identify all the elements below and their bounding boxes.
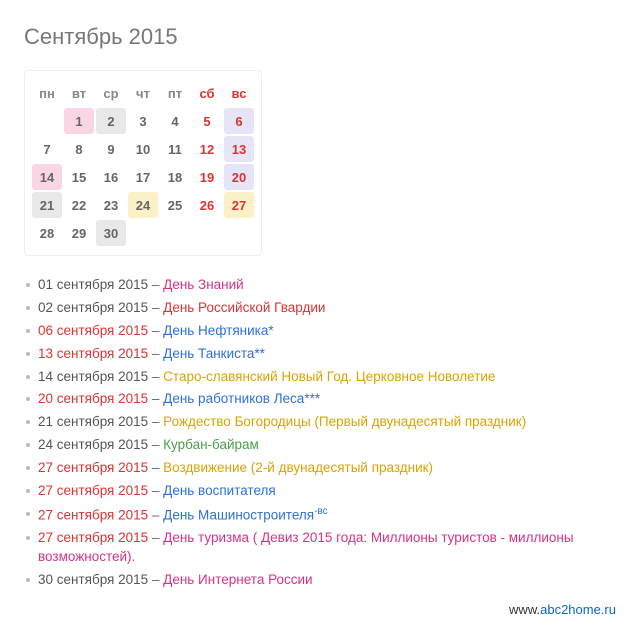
event-item: 21 сентября 2015 – Рождество Богородицы …	[24, 411, 616, 434]
event-item: 30 сентября 2015 – День Интернета России	[24, 569, 616, 592]
calendar-day[interactable]: 16	[96, 164, 126, 190]
calendar-day[interactable]: 8	[64, 136, 94, 162]
event-title[interactable]: День Машиностроителя	[163, 507, 314, 522]
event-item: 20 сентября 2015 – День работников Леса*…	[24, 388, 616, 411]
calendar-day[interactable]: 7	[32, 136, 62, 162]
event-item: 06 сентября 2015 – День Нефтяника*	[24, 320, 616, 343]
footer-domain[interactable]: abc2home.ru	[540, 602, 616, 617]
calendar-day[interactable]: 23	[96, 192, 126, 218]
event-title[interactable]: День Танкиста**	[163, 346, 265, 361]
page-title: Сентябрь 2015	[24, 24, 616, 50]
footer-prefix: www.	[509, 602, 540, 617]
calendar-day[interactable]: 27	[224, 192, 254, 218]
calendar-row: 78910111213	[31, 135, 255, 163]
calendar-day[interactable]: 2	[96, 108, 126, 134]
calendar-day[interactable]: 25	[160, 192, 190, 218]
weekday-header: вс	[224, 80, 254, 106]
calendar-day[interactable]: 29	[64, 220, 94, 246]
event-title[interactable]: День Знаний	[163, 277, 244, 292]
calendar-row: 123456	[31, 107, 255, 135]
event-date: 21 сентября 2015	[38, 414, 148, 429]
event-title[interactable]: День Российской Гвардии	[163, 300, 325, 315]
calendar-day[interactable]: 1	[64, 108, 94, 134]
calendar-day[interactable]: 9	[96, 136, 126, 162]
calendar-row: 21222324252627	[31, 191, 255, 219]
event-date: 14 сентября 2015	[38, 369, 148, 384]
event-item: 27 сентября 2015 – День воспитателя	[24, 480, 616, 503]
event-date: 06 сентября 2015	[38, 323, 148, 338]
calendar-day	[32, 108, 62, 134]
weekday-header: ср	[96, 80, 126, 106]
calendar-day[interactable]: 10	[128, 136, 158, 162]
event-date: 27 сентября 2015	[38, 507, 148, 522]
event-date: 27 сентября 2015	[38, 483, 148, 498]
event-suffix: -вс	[314, 506, 328, 517]
event-date: 20 сентября 2015	[38, 391, 148, 406]
event-date: 24 сентября 2015	[38, 437, 148, 452]
calendar-day[interactable]: 13	[224, 136, 254, 162]
event-item: 27 сентября 2015 – День Машиностроителя-…	[24, 503, 616, 527]
event-title[interactable]: Старо-славянский Новый Год. Церковное Но…	[163, 369, 495, 384]
weekday-header: пн	[32, 80, 62, 106]
calendar-day[interactable]: 21	[32, 192, 62, 218]
event-item: 02 сентября 2015 – День Российской Гвард…	[24, 297, 616, 320]
event-title[interactable]: День Интернета России	[163, 572, 312, 587]
event-title[interactable]: День работников Леса***	[163, 391, 320, 406]
event-date: 30 сентября 2015	[38, 572, 148, 587]
calendar-day[interactable]: 26	[192, 192, 222, 218]
calendar-day[interactable]: 17	[128, 164, 158, 190]
event-date: 01 сентября 2015	[38, 277, 148, 292]
calendar-day[interactable]: 22	[64, 192, 94, 218]
event-title[interactable]: День воспитателя	[163, 483, 276, 498]
calendar-day[interactable]: 30	[96, 220, 126, 246]
event-item: 01 сентября 2015 – День Знаний	[24, 274, 616, 297]
calendar-day[interactable]: 11	[160, 136, 190, 162]
event-title[interactable]: День Нефтяника*	[163, 323, 273, 338]
calendar-day[interactable]: 19	[192, 164, 222, 190]
calendar-day[interactable]: 4	[160, 108, 190, 134]
event-date: 13 сентября 2015	[38, 346, 148, 361]
weekday-row: пнвтсрчтптсбвс	[31, 79, 255, 107]
calendar-day[interactable]: 24	[128, 192, 158, 218]
event-date: 02 сентября 2015	[38, 300, 148, 315]
source-footer: www.abc2home.ru	[24, 602, 616, 617]
calendar-day[interactable]: 5	[192, 108, 222, 134]
event-item: 14 сентября 2015 – Старо-славянский Новы…	[24, 366, 616, 389]
event-date: 27 сентября 2015	[38, 460, 148, 475]
weekday-header: пт	[160, 80, 190, 106]
calendar-row: 282930	[31, 219, 255, 247]
calendar-row: 14151617181920	[31, 163, 255, 191]
calendar-day	[128, 220, 158, 246]
weekday-header: чт	[128, 80, 158, 106]
calendar-day	[224, 220, 254, 246]
event-item: 27 сентября 2015 – Воздвижение (2-й двун…	[24, 457, 616, 480]
calendar-day[interactable]: 15	[64, 164, 94, 190]
event-list: 01 сентября 2015 – День Знаний02 сентябр…	[24, 274, 616, 592]
calendar-day[interactable]: 28	[32, 220, 62, 246]
calendar-day	[160, 220, 190, 246]
event-title[interactable]: Курбан-байрам	[163, 437, 259, 452]
calendar-day[interactable]: 14	[32, 164, 62, 190]
event-title[interactable]: Рождество Богородицы (Первый двунадесяты…	[163, 414, 526, 429]
calendar-day[interactable]: 3	[128, 108, 158, 134]
weekday-header: вт	[64, 80, 94, 106]
event-item: 13 сентября 2015 – День Танкиста**	[24, 343, 616, 366]
calendar-day	[192, 220, 222, 246]
calendar-day[interactable]: 18	[160, 164, 190, 190]
event-item: 24 сентября 2015 – Курбан-байрам	[24, 434, 616, 457]
event-date: 27 сентября 2015	[38, 530, 148, 545]
calendar-day[interactable]: 6	[224, 108, 254, 134]
event-item: 27 сентября 2015 – День туризма ( Девиз …	[24, 527, 616, 569]
calendar-day[interactable]: 20	[224, 164, 254, 190]
weekday-header: сб	[192, 80, 222, 106]
calendar: пнвтсрчтптсбвс 1234567891011121314151617…	[24, 70, 262, 256]
event-title[interactable]: Воздвижение (2-й двунадесятый праздник)	[163, 460, 433, 475]
calendar-day[interactable]: 12	[192, 136, 222, 162]
